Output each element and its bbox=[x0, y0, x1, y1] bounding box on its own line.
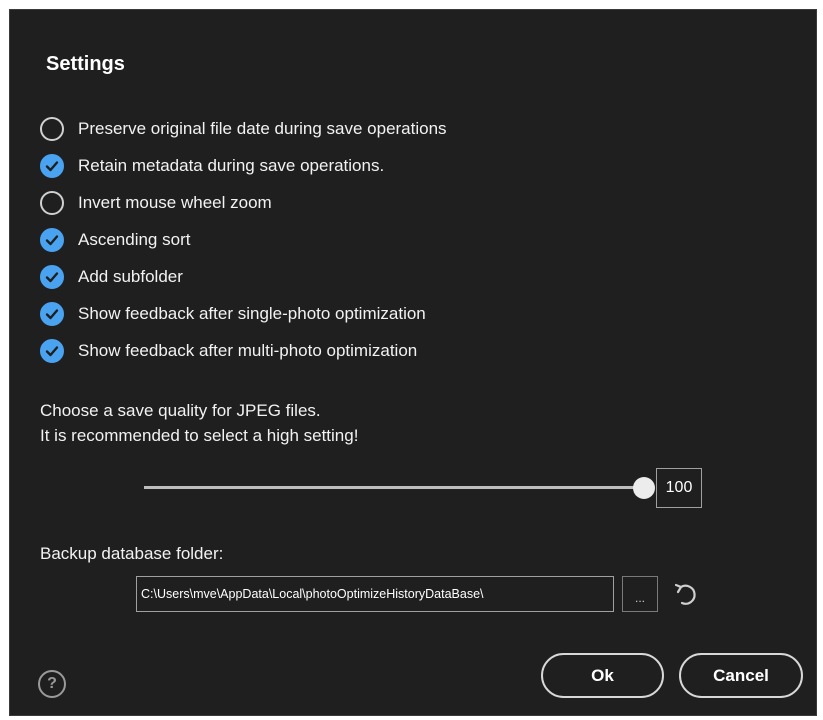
option-label: Show feedback after single-photo optimiz… bbox=[78, 303, 426, 323]
dialog-title: Settings bbox=[46, 53, 125, 75]
help-icon[interactable]: ? bbox=[38, 670, 66, 698]
slider-track[interactable] bbox=[144, 486, 644, 489]
backup-folder-path-input[interactable] bbox=[136, 576, 614, 612]
option-label: Retain metadata during save operations. bbox=[78, 155, 385, 175]
checkmark-circle-icon[interactable] bbox=[40, 338, 64, 363]
empty-circle-icon[interactable] bbox=[40, 190, 64, 215]
ok-button[interactable]: Ok bbox=[541, 653, 664, 698]
quality-value-box[interactable]: 100 bbox=[656, 468, 702, 508]
quality-description-line-1: Choose a save quality for JPEG files. bbox=[40, 401, 321, 420]
option-label: Invert mouse wheel zoom bbox=[78, 192, 272, 212]
option-label: Show feedback after multi-photo optimiza… bbox=[78, 340, 418, 360]
options-list: Preserve original file date during save … bbox=[40, 110, 447, 369]
option-invert-mouse-wheel[interactable]: Invert mouse wheel zoom bbox=[40, 184, 447, 221]
option-preserve-file-date[interactable]: Preserve original file date during save … bbox=[40, 110, 447, 147]
slider-thumb[interactable] bbox=[633, 477, 655, 499]
checkmark-circle-icon[interactable] bbox=[40, 227, 64, 252]
quality-slider[interactable] bbox=[144, 476, 655, 500]
cancel-button[interactable]: Cancel bbox=[679, 653, 803, 698]
option-label: Ascending sort bbox=[78, 229, 191, 249]
checkmark-circle-icon[interactable] bbox=[40, 301, 64, 326]
option-add-subfolder[interactable]: Add subfolder bbox=[40, 258, 447, 295]
backup-folder-label: Backup database folder: bbox=[40, 544, 224, 563]
option-retain-metadata[interactable]: Retain metadata during save operations. bbox=[40, 147, 447, 184]
browse-folder-button[interactable]: ... bbox=[622, 576, 658, 612]
option-feedback-multi-photo[interactable]: Show feedback after multi-photo optimiza… bbox=[40, 332, 447, 369]
empty-circle-icon[interactable] bbox=[40, 116, 64, 141]
option-ascending-sort[interactable]: Ascending sort bbox=[40, 221, 447, 258]
option-feedback-single-photo[interactable]: Show feedback after single-photo optimiz… bbox=[40, 295, 447, 332]
checkmark-circle-icon[interactable] bbox=[40, 153, 64, 178]
option-label: Add subfolder bbox=[78, 266, 183, 286]
option-label: Preserve original file date during save … bbox=[78, 118, 447, 138]
quality-description-line-2: It is recommended to select a high setti… bbox=[40, 426, 359, 445]
quality-description: Choose a save quality for JPEG files. It… bbox=[40, 398, 358, 448]
undo-icon[interactable] bbox=[670, 578, 702, 610]
checkmark-circle-icon[interactable] bbox=[40, 264, 64, 289]
settings-dialog: Settings Preserve original file date dur… bbox=[9, 9, 817, 716]
